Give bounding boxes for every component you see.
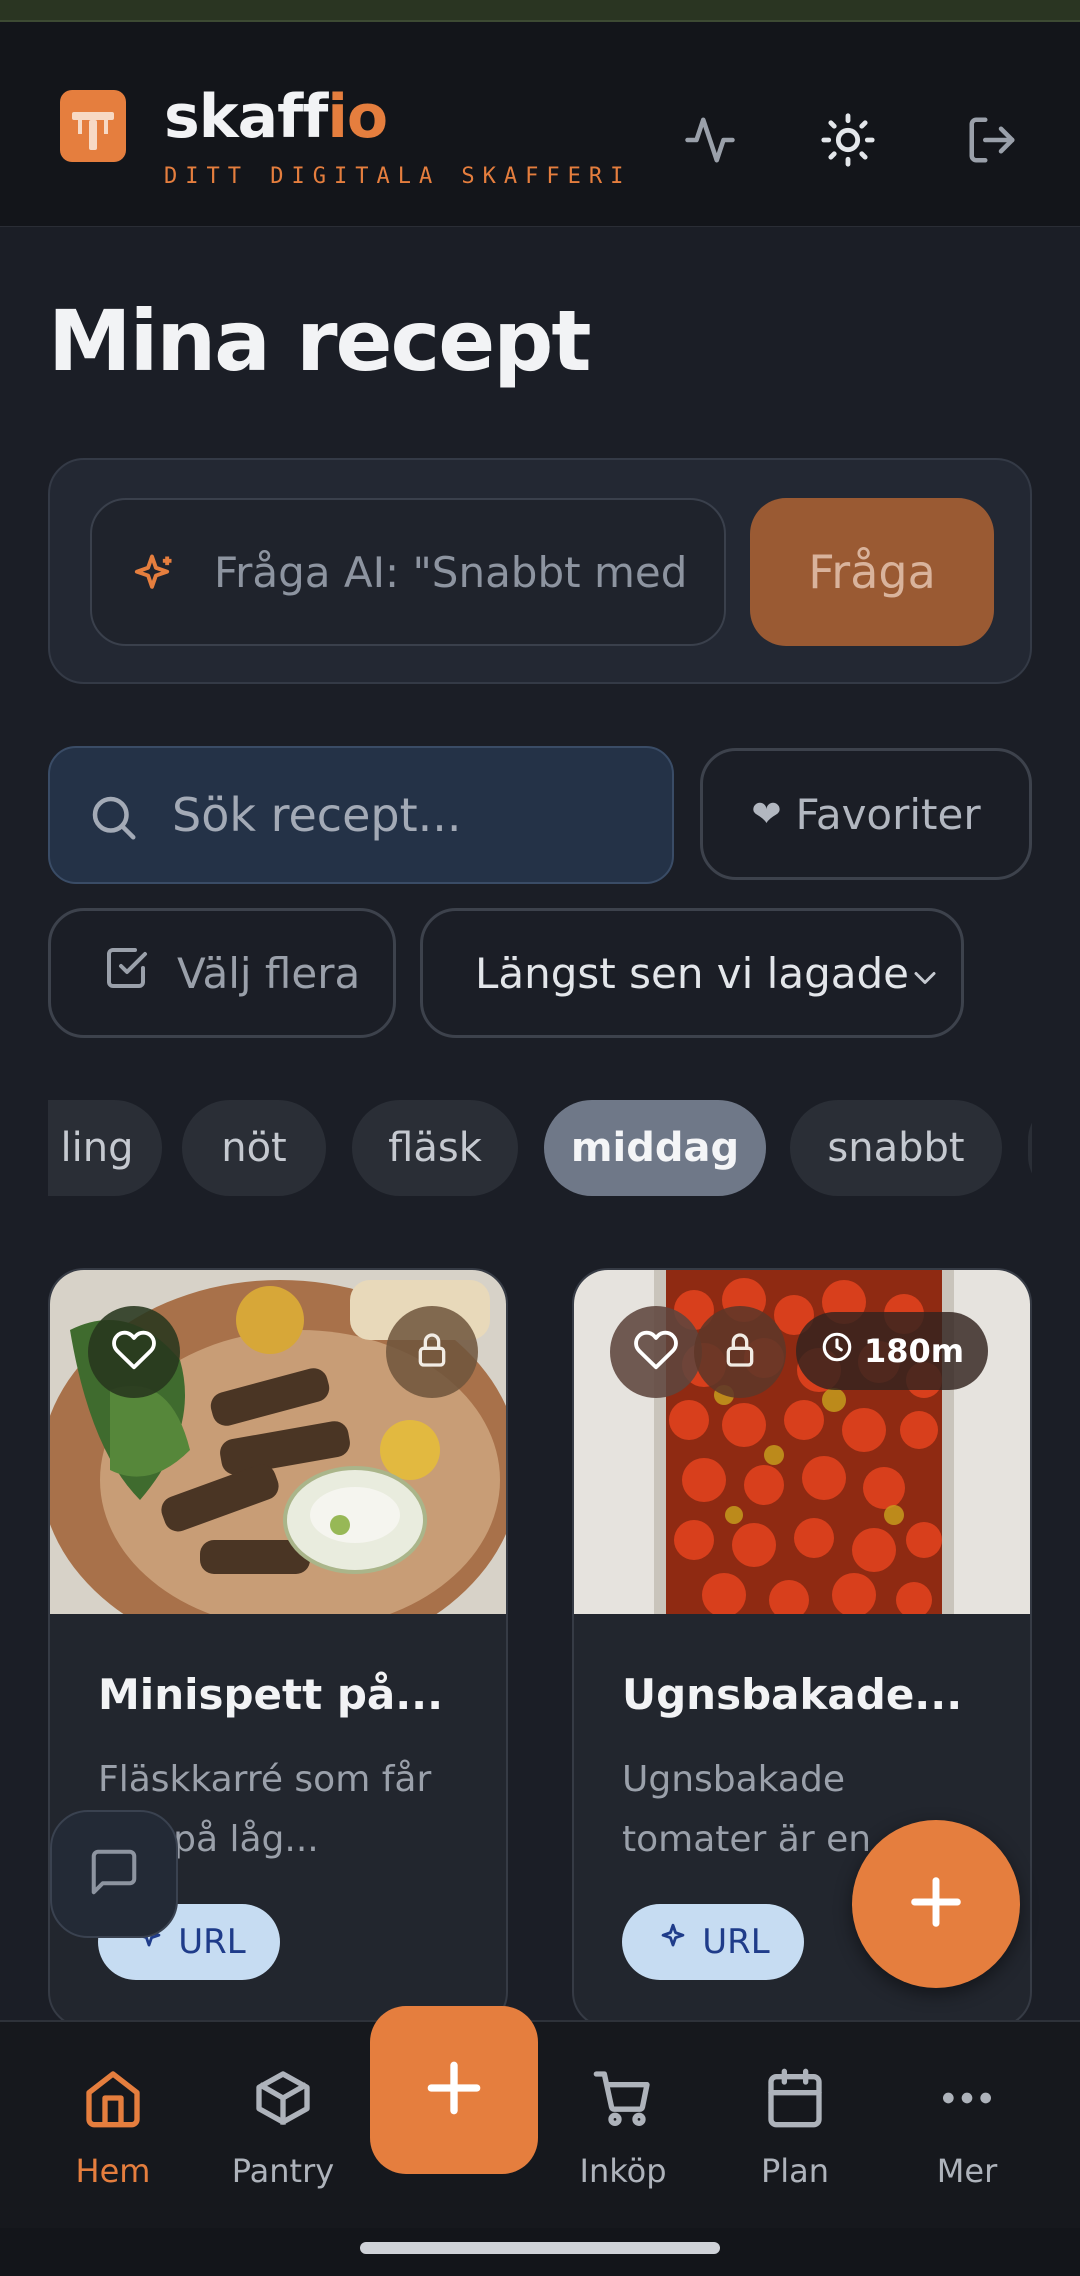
cook-time-badge: 180m: [796, 1312, 989, 1390]
checkbox-icon: [103, 944, 151, 1002]
select-many-label: Välj flera: [177, 948, 361, 998]
heart-icon: ❤: [751, 793, 782, 835]
tag-chip[interactable]: [1028, 1100, 1032, 1196]
cook-time: 180m: [864, 1332, 965, 1370]
logout-icon[interactable]: [962, 110, 1022, 170]
sparkle-icon: [126, 550, 178, 606]
page-title: Mina recept: [48, 292, 592, 390]
nav-label: Hem: [75, 2152, 151, 2190]
nav-item-shopping[interactable]: Inköp: [548, 2066, 698, 2190]
chat-button[interactable]: [50, 1810, 178, 1938]
clock-icon: [820, 1330, 854, 1372]
favorite-button[interactable]: [610, 1306, 702, 1398]
tag-chip[interactable]: snabbt: [790, 1100, 1002, 1196]
activity-icon[interactable]: [680, 110, 740, 170]
ai-ask-panel: Fråga AI: "Snabbt med Fråga: [48, 458, 1032, 684]
favorites-filter-button[interactable]: ❤ Favoriter: [700, 748, 1032, 880]
chevron-down-icon: [907, 957, 943, 1006]
source-badge: URL: [622, 1904, 804, 1980]
source-label: URL: [178, 1922, 246, 1962]
favorite-button[interactable]: [88, 1306, 180, 1398]
plus-icon: [420, 2054, 488, 2126]
select-many-button[interactable]: Välj flera: [48, 908, 396, 1038]
box-icon: [251, 2066, 315, 2138]
cart-icon: [591, 2066, 655, 2138]
recipe-title: Ugnsbakade...: [622, 1670, 963, 1719]
nav-label: Pantry: [231, 2152, 335, 2190]
nav-add-button[interactable]: [370, 2006, 538, 2174]
heart-outline-icon: [111, 1327, 157, 1377]
nav-label: Plan: [760, 2152, 830, 2190]
ai-input-placeholder: Fråga AI: "Snabbt med: [214, 548, 684, 597]
lock-icon: [412, 1330, 452, 1374]
brand-name: skaffio: [164, 82, 388, 152]
sort-value: Längst sen vi lagade: [475, 948, 909, 998]
tag-chip[interactable]: nöt: [182, 1100, 326, 1196]
nav-item-more[interactable]: Mer: [892, 2066, 1042, 2190]
sparkle-icon: [656, 1921, 690, 1964]
logo-icon: [60, 90, 126, 162]
nav-label: Inköp: [579, 2152, 667, 2190]
home-icon: [81, 2066, 145, 2138]
lock-icon: [720, 1330, 760, 1374]
ask-ai-button[interactable]: Fråga: [750, 498, 994, 646]
recipe-title: Minispett på...: [98, 1670, 444, 1719]
chat-icon: [87, 1845, 141, 1903]
calendar-icon: [763, 2066, 827, 2138]
sort-select[interactable]: Längst sen vi lagade: [420, 908, 964, 1038]
recipe-search-input[interactable]: Sök recept...: [48, 746, 674, 884]
more-icon: [935, 2066, 999, 2138]
source-label: URL: [702, 1922, 770, 1962]
status-strip: [0, 0, 1080, 22]
tag-chip[interactable]: fläsk: [352, 1100, 518, 1196]
private-lock-button[interactable]: [694, 1306, 786, 1398]
nav-item-pantry[interactable]: Pantry: [208, 2066, 358, 2190]
nav-item-plan[interactable]: Plan: [720, 2066, 870, 2190]
app-header: skaffio DITT DIGITALA SKAFFERI: [0, 22, 1080, 227]
home-indicator[interactable]: [360, 2242, 720, 2254]
private-lock-button[interactable]: [386, 1306, 478, 1398]
nav-label: Mer: [936, 2152, 998, 2190]
ai-question-input[interactable]: Fråga AI: "Snabbt med: [90, 498, 726, 646]
bottom-navigation: Hem Pantry Inköp Plan Mer: [0, 2006, 1080, 2228]
plus-icon: [904, 1870, 968, 1938]
tag-chip-active[interactable]: middag: [544, 1100, 766, 1196]
brand-tagline: DITT DIGITALA SKAFFERI: [164, 164, 632, 189]
nav-item-home[interactable]: Hem: [38, 2066, 188, 2190]
tag-chip-row: ling nöt fläsk middag snabbt: [48, 1100, 1032, 1196]
tag-chip[interactable]: ling: [48, 1100, 162, 1196]
search-placeholder: Sök recept...: [172, 788, 462, 842]
sun-icon[interactable]: [818, 110, 878, 170]
add-recipe-fab[interactable]: [852, 1820, 1020, 1988]
search-icon: [86, 790, 140, 848]
heart-outline-icon: [633, 1327, 679, 1377]
favorites-label: Favoriter: [795, 789, 981, 839]
